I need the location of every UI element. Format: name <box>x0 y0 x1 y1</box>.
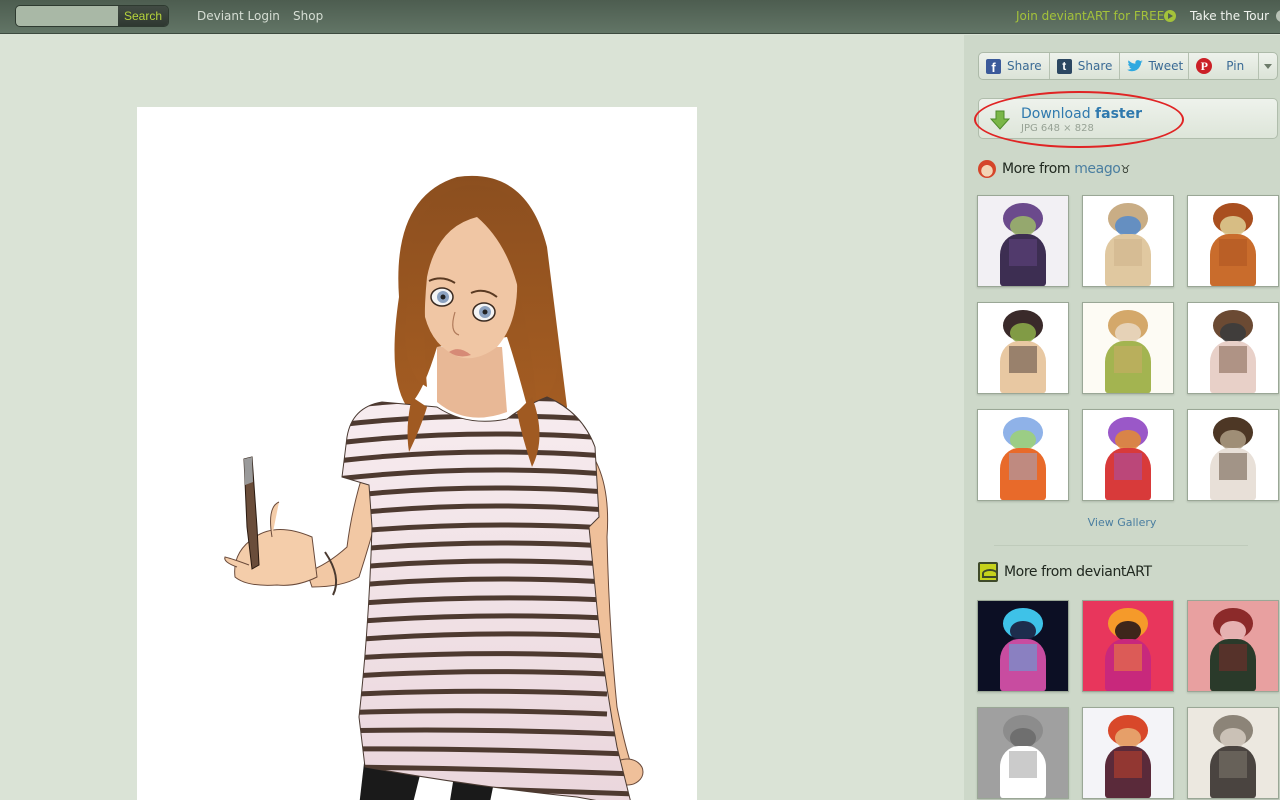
twitter-icon <box>1126 59 1143 73</box>
share-label: Share <box>1007 59 1042 73</box>
badge-icon: ♉ <box>1120 162 1130 176</box>
play-arrow-icon[interactable] <box>1164 10 1176 22</box>
twitter-tweet-button[interactable]: Tweet <box>1120 53 1190 79</box>
thumbnail[interactable] <box>977 707 1069 799</box>
top-navigation-bar: Search Deviant Login Shop Join deviantAR… <box>0 0 1280 34</box>
thumbnail[interactable] <box>977 600 1069 692</box>
more-from-user-heading: More from meago ♉ <box>978 160 1130 178</box>
facebook-icon: f <box>986 58 1001 75</box>
share-label: Share <box>1077 59 1113 73</box>
thumbnail[interactable] <box>1082 600 1174 692</box>
download-file-info: JPG 648 × 828 <box>1021 123 1094 134</box>
take-tour-link[interactable]: Take the Tour <box>1190 9 1269 23</box>
username-link[interactable]: meago <box>1074 161 1121 177</box>
thumbnail[interactable] <box>1187 409 1279 501</box>
pinterest-icon: P <box>1196 58 1213 74</box>
tumblr-icon: t <box>1056 58 1072 74</box>
artwork-illustration <box>224 175 644 800</box>
artwork-image[interactable] <box>137 107 697 800</box>
tumblr-share-button[interactable]: t Share <box>1050 53 1120 79</box>
download-button[interactable]: Download faster JPG 648 × 828 <box>978 98 1278 139</box>
search-button[interactable]: Search <box>118 6 168 26</box>
more-from-site-heading: More from deviantART <box>978 562 1152 582</box>
shop-link[interactable]: Shop <box>293 9 323 23</box>
user-gallery-thumbnails <box>977 195 1279 501</box>
join-link[interactable]: Join deviantART for FREE <box>1016 9 1164 23</box>
share-bar: f Share t Share Tweet P Pin <box>978 52 1278 80</box>
thumbnail[interactable] <box>1187 600 1279 692</box>
facebook-share-button[interactable]: f Share <box>979 53 1050 79</box>
thumbnail[interactable] <box>1082 302 1174 394</box>
thumbnail[interactable] <box>977 409 1069 501</box>
deviantart-logo-icon <box>978 562 998 582</box>
thumbnail[interactable] <box>977 302 1069 394</box>
site-gallery-thumbnails <box>977 600 1279 799</box>
thumbnail[interactable] <box>1082 409 1174 501</box>
pin-label: Pin <box>1226 59 1245 73</box>
search-input[interactable] <box>16 6 118 26</box>
tweet-label: Tweet <box>1148 59 1184 73</box>
more-from-site-label: More from deviantART <box>1004 564 1152 580</box>
user-avatar-icon[interactable] <box>978 160 996 178</box>
share-more-dropdown[interactable] <box>1259 53 1277 79</box>
sidebar: f Share t Share Tweet P Pin Download fas… <box>964 35 1280 800</box>
thumbnail[interactable] <box>1082 195 1174 287</box>
section-divider <box>994 545 1248 546</box>
thumbnail[interactable] <box>1187 302 1279 394</box>
deviant-login-link[interactable]: Deviant Login <box>197 9 280 23</box>
thumbnail[interactable] <box>1187 707 1279 799</box>
search-box: Search <box>15 5 169 27</box>
view-gallery-link[interactable]: View Gallery <box>964 516 1280 529</box>
thumbnail[interactable] <box>1187 195 1279 287</box>
thumbnail[interactable] <box>977 195 1069 287</box>
download-arrow-icon <box>990 110 1010 130</box>
thumbnail[interactable] <box>1082 707 1174 799</box>
tour-arrow-icon[interactable] <box>1276 10 1280 22</box>
pinterest-pin-button[interactable]: P Pin <box>1189 53 1260 79</box>
more-from-label: More from <box>1002 161 1075 177</box>
main-content <box>0 35 964 800</box>
download-label: Download faster <box>1021 106 1143 122</box>
